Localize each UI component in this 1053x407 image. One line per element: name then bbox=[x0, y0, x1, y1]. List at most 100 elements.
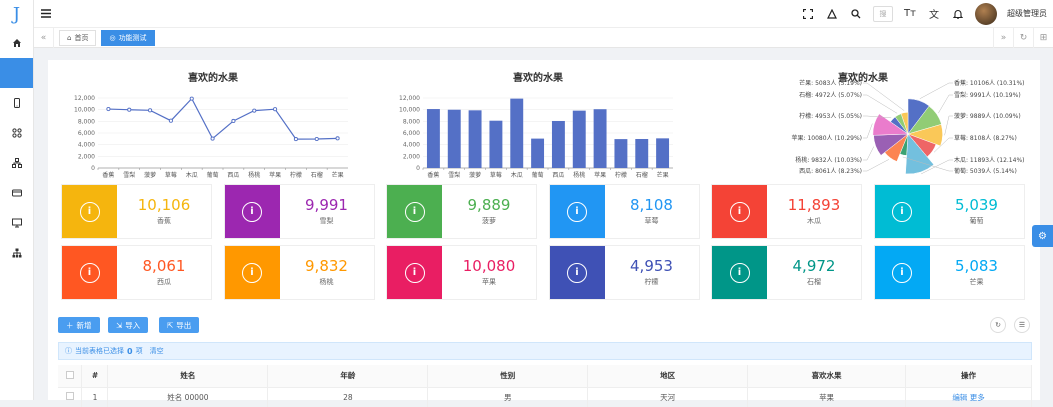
tab-feature-test[interactable]: ◎ 功能测试 bbox=[101, 29, 155, 46]
line-chart: 12,000 10,000 8,000 6,000 4,000 2,000 0 香蕉 雪梨 菠萝 草… bbox=[74, 95, 348, 179]
line-point bbox=[273, 107, 278, 112]
sidebar-item-home[interactable] bbox=[0, 28, 33, 58]
eye-icon: ◎ bbox=[109, 33, 116, 42]
columns-settings-icon[interactable]: ☰ bbox=[1014, 317, 1030, 333]
y-tick-label: 10,000 bbox=[74, 107, 95, 114]
sidebar-item-active[interactable] bbox=[0, 58, 33, 88]
screen-icon bbox=[11, 218, 22, 228]
sidebar-item-card[interactable] bbox=[0, 178, 33, 208]
clear-selection-link[interactable]: 清空 bbox=[150, 346, 164, 356]
edit-link[interactable]: 编辑 bbox=[952, 393, 967, 402]
card-value: 10,106 bbox=[137, 196, 191, 214]
tabs-scroll-right-icon[interactable]: » bbox=[993, 27, 1013, 48]
card-name: 香蕉 bbox=[157, 217, 171, 225]
font-size-icon[interactable]: Tт bbox=[903, 7, 917, 21]
refresh-icon[interactable]: ↻ bbox=[1013, 27, 1033, 48]
bell-icon[interactable] bbox=[951, 7, 965, 21]
fullscreen-icon[interactable] bbox=[801, 7, 815, 21]
menu-toggle-button[interactable] bbox=[34, 9, 58, 18]
y-tick-label: 8,000 bbox=[78, 118, 95, 125]
export-button-label: 导出 bbox=[176, 320, 192, 330]
col-gender: 性别 bbox=[427, 365, 589, 388]
card-icon-box: i bbox=[224, 246, 280, 299]
stat-card: i 11,893 木瓜 bbox=[711, 184, 862, 239]
card-name: 草莓 bbox=[644, 217, 659, 225]
card-name: 西瓜 bbox=[157, 278, 171, 286]
x-tick-label: 木瓜 bbox=[186, 171, 198, 179]
y-tick-label: 4,000 bbox=[78, 142, 95, 149]
sidebar-item-phone[interactable] bbox=[0, 88, 33, 118]
settings-gear-icon[interactable]: ⚙ bbox=[1032, 225, 1053, 247]
pie-label: 芒果: 5083人 (5.19%) bbox=[799, 79, 862, 87]
select-all-checkbox[interactable] bbox=[65, 370, 74, 379]
select-all-cell[interactable] bbox=[58, 365, 83, 388]
card-icon-box: i bbox=[387, 185, 442, 238]
export-button[interactable]: ⇱ 导出 bbox=[159, 317, 200, 333]
search-input[interactable]: 搜 bbox=[873, 5, 893, 22]
x-tick-label: 草莓 bbox=[490, 171, 502, 179]
card-value: 9,889 bbox=[467, 196, 511, 214]
pie-label: 葡萄: 5039人 (5.14%) bbox=[954, 167, 1017, 175]
selection-bar: ⓘ 当前表格已选择 0 项 清空 bbox=[58, 342, 1032, 360]
line-point bbox=[106, 106, 111, 112]
card-icon-box: i bbox=[387, 246, 442, 299]
phone-icon bbox=[13, 98, 20, 108]
sidebar-item-network[interactable] bbox=[0, 148, 33, 178]
pie-label-line bbox=[944, 115, 953, 136]
card-name: 石榴 bbox=[807, 278, 821, 286]
card-value: 9,832 bbox=[305, 257, 348, 275]
y-tick-label: 10,000 bbox=[399, 107, 420, 114]
theme-icon[interactable] bbox=[825, 7, 839, 21]
info-icon: i bbox=[729, 201, 750, 222]
bar bbox=[510, 98, 524, 168]
import-button-label: 导入 bbox=[125, 320, 141, 330]
card-value: 11,893 bbox=[787, 196, 841, 214]
info-icon: i bbox=[79, 262, 100, 283]
card-value: 8,061 bbox=[142, 257, 186, 275]
stat-card: i 8,061 西瓜 bbox=[61, 245, 212, 300]
card-icon-box: i bbox=[224, 185, 280, 238]
y-tick-label: 8,000 bbox=[403, 118, 420, 125]
tabs-scroll-left-icon[interactable]: « bbox=[34, 27, 54, 48]
apps-icon bbox=[11, 128, 22, 138]
tab-feature-test-label: 功能测试 bbox=[118, 33, 147, 42]
x-tick-label: 草莓 bbox=[165, 171, 177, 179]
card-icon-box: i bbox=[712, 246, 767, 299]
card-name: 雪梨 bbox=[319, 217, 334, 225]
pie-label: 柠檬: 4953人 (5.05%) bbox=[799, 112, 862, 120]
row-select-cell[interactable] bbox=[58, 387, 83, 407]
sidebar-item-screen[interactable] bbox=[0, 208, 33, 238]
plus-icon: ＋ bbox=[66, 320, 74, 330]
search-icon[interactable] bbox=[849, 7, 863, 21]
card-value: 4,972 bbox=[792, 257, 836, 275]
tabs-menu-icon[interactable]: ⊞ bbox=[1033, 27, 1053, 48]
sidebar-item-apps[interactable] bbox=[0, 118, 33, 148]
row-checkbox[interactable] bbox=[65, 392, 74, 401]
card-value: 5,039 bbox=[955, 196, 998, 214]
x-tick-label: 芒果 bbox=[657, 171, 669, 179]
avatar[interactable] bbox=[975, 2, 997, 25]
bar bbox=[447, 109, 461, 168]
sidebar-item-sitemap[interactable] bbox=[0, 238, 33, 268]
row-actions: 编辑 更多 bbox=[905, 387, 1032, 407]
line-point bbox=[168, 118, 173, 123]
col-fruit: 喜欢水果 bbox=[747, 365, 907, 388]
selection-prefix: 当前表格已选择 bbox=[75, 347, 124, 355]
row-fruit: 苹果 bbox=[747, 387, 907, 407]
app-logo: J bbox=[12, 3, 21, 25]
import-button[interactable]: ⇲ 导入 bbox=[108, 317, 149, 333]
add-button[interactable]: ＋ 新增 bbox=[58, 317, 100, 333]
x-tick-label: 柠檬 bbox=[290, 171, 302, 179]
tab-home[interactable]: ⌂ 首页 bbox=[59, 29, 97, 46]
table-row[interactable]: 1 姓名 00000 28 男 天河 苹果 编辑 更多 bbox=[58, 387, 1032, 407]
more-link[interactable]: 更多 bbox=[970, 393, 985, 402]
x-tick-label: 西瓜 bbox=[552, 172, 564, 179]
y-tick-label: 6,000 bbox=[78, 130, 95, 137]
stat-card: i 5,083 芒果 bbox=[873, 245, 1025, 300]
translate-icon[interactable]: 文 bbox=[927, 7, 941, 21]
card-name: 木瓜 bbox=[807, 217, 821, 225]
tab-home-label: 首页 bbox=[74, 33, 89, 42]
x-tick-label: 柠檬 bbox=[615, 171, 627, 179]
refresh-table-icon[interactable]: ↻ bbox=[990, 317, 1006, 333]
username[interactable]: 超级管理员 bbox=[1007, 8, 1047, 19]
